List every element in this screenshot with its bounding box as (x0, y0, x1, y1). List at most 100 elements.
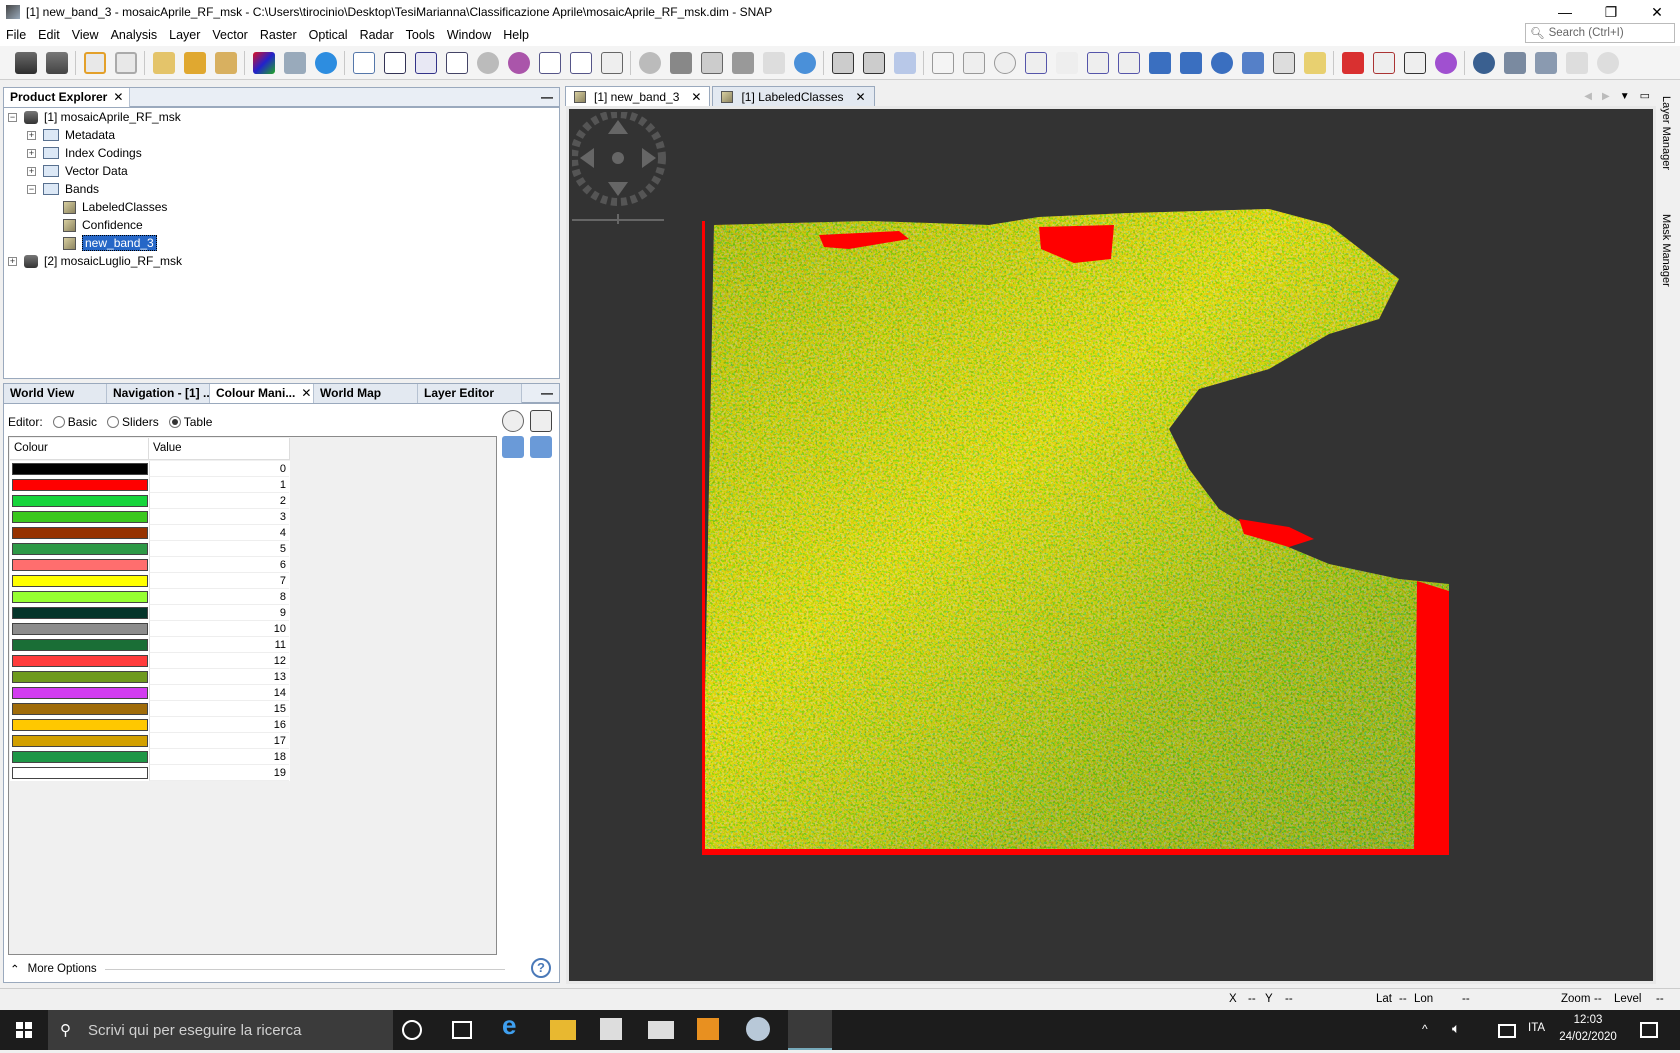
colour-swatch[interactable] (12, 591, 148, 603)
tab-colour-manipulation[interactable]: Colour Mani... ✕ (210, 383, 314, 403)
snap-taskbar-icon[interactable] (788, 1010, 832, 1050)
polyline-tool-icon[interactable] (1118, 51, 1140, 74)
image-view[interactable] (566, 106, 1656, 984)
doc-tab-labeledclasses[interactable]: [1] LabeledClasses ✕ (712, 86, 875, 106)
menu-tools[interactable]: Tools (400, 28, 441, 42)
layers-stack-icon[interactable] (1504, 51, 1526, 74)
cortana-icon[interactable] (402, 1020, 422, 1040)
zoom-extra-icon[interactable] (1597, 51, 1619, 74)
import-palette-icon[interactable] (502, 436, 524, 458)
colour-swatch[interactable] (12, 543, 148, 555)
pin-placing-icon[interactable] (1025, 51, 1047, 74)
graticule-icon[interactable] (701, 51, 723, 74)
close-icon[interactable]: ✕ (691, 90, 701, 104)
menu-vector[interactable]: Vector (206, 28, 253, 42)
close-icon[interactable]: ✕ (301, 386, 311, 400)
menu-edit[interactable]: Edit (32, 28, 66, 42)
close-icon[interactable]: ✕ (113, 90, 123, 104)
layer-icon[interactable] (732, 51, 754, 74)
expand-icon[interactable]: + (8, 256, 17, 266)
globe-icon[interactable] (1473, 51, 1495, 74)
colour-value[interactable]: 5 (149, 541, 289, 557)
sync-views-icon[interactable] (832, 51, 854, 74)
colour-table-row[interactable]: 1 (10, 477, 290, 493)
information-icon[interactable] (477, 51, 499, 74)
colour-table-row[interactable]: 5 (10, 541, 290, 557)
tab-layer-editor[interactable]: Layer Editor (418, 383, 522, 403)
tree-product-2[interactable]: + [2] mosaicLuglio_RF_msk (8, 252, 182, 270)
pan-left-icon[interactable] (580, 148, 594, 168)
chevron-up-icon[interactable]: ^ (1422, 1022, 1452, 1052)
tree-product-1[interactable]: − [1] mosaicAprile_RF_msk (8, 108, 181, 126)
menu-layer[interactable]: Layer (163, 28, 206, 42)
colour-value[interactable]: 10 (149, 621, 289, 637)
undo-icon[interactable] (84, 51, 106, 74)
notifications-icon[interactable] (1640, 1022, 1658, 1038)
pan-up-icon[interactable] (608, 120, 628, 134)
gcp-tool-icon[interactable] (1566, 51, 1588, 74)
rgb-image-icon[interactable] (253, 51, 275, 74)
scroll-right-icon[interactable]: ▶ (1597, 87, 1615, 106)
column-header-value[interactable]: Value (149, 438, 290, 459)
column-header-colour[interactable]: Colour (10, 438, 149, 459)
colour-value[interactable]: 17 (149, 733, 289, 749)
maximize-icon[interactable]: ▭ (1635, 85, 1655, 106)
colour-value[interactable]: 13 (149, 669, 289, 685)
save-product-icon[interactable] (46, 51, 68, 74)
colour-value[interactable]: 2 (149, 493, 289, 509)
minimize-panel-button[interactable]: — (541, 386, 553, 400)
clock[interactable]: 12:03 24/02/2020 (1548, 1012, 1628, 1046)
menu-radar[interactable]: Radar (354, 28, 400, 42)
rectangle-tool-icon[interactable] (1149, 51, 1171, 74)
colour-swatch[interactable] (12, 559, 148, 571)
colour-value[interactable]: 0 (149, 461, 289, 477)
stack-icon[interactable] (284, 51, 306, 74)
search-field[interactable]: 🔍︎ Search (Ctrl+I) (1525, 23, 1675, 43)
statistics-sigma-icon[interactable] (601, 51, 623, 74)
radio-table[interactable] (168, 416, 181, 428)
open-product-icon[interactable] (15, 51, 37, 74)
band-maths-icon[interactable] (153, 51, 175, 74)
colour-table-row[interactable]: 9 (10, 605, 290, 621)
colour-value[interactable]: 18 (149, 749, 289, 765)
mask-manager-tab[interactable]: Mask Manager (1660, 214, 1672, 287)
minimize-button[interactable]: — (1542, 4, 1588, 20)
correlation-icon[interactable] (570, 51, 592, 74)
colour-swatch[interactable] (12, 703, 148, 715)
pencil-icon[interactable] (1304, 51, 1326, 74)
colour-value[interactable]: 11 (149, 637, 289, 653)
colour-table-row[interactable]: 12 (10, 653, 290, 669)
metadata-icon[interactable] (508, 51, 530, 74)
colour-value[interactable]: 8 (149, 589, 289, 605)
help-icon[interactable]: ? (531, 958, 551, 978)
more-options[interactable]: ⌃ More Options (10, 962, 505, 976)
network-icon[interactable] (1498, 1024, 1516, 1038)
close-window-button[interactable]: ✕ (1634, 4, 1680, 21)
gcp-placing-icon[interactable] (1056, 51, 1078, 74)
eye-icon[interactable] (794, 51, 816, 74)
colour-table-row[interactable]: 16 (10, 717, 290, 733)
radio-sliders[interactable] (107, 416, 120, 428)
colour-swatch[interactable] (12, 495, 148, 507)
close-icon[interactable]: ✕ (856, 90, 866, 104)
colour-swatch[interactable] (12, 735, 148, 747)
colour-swatch[interactable] (12, 751, 148, 763)
menu-window[interactable]: Window (441, 28, 497, 42)
export-icon[interactable] (215, 51, 237, 74)
colour-table-row[interactable]: 7 (10, 573, 290, 589)
collapse-icon[interactable]: − (8, 112, 17, 122)
colour-table-row[interactable]: 8 (10, 589, 290, 605)
colour-table-row[interactable]: 15 (10, 701, 290, 717)
phi-lambda-icon[interactable] (415, 51, 437, 74)
tree-metadata[interactable]: + Metadata (27, 126, 115, 144)
colour-value[interactable]: 1 (149, 477, 289, 493)
scatter-plot-icon[interactable] (384, 51, 406, 74)
redo-icon[interactable] (115, 51, 137, 74)
mail-icon[interactable] (648, 1021, 674, 1039)
polygon-tool-icon[interactable] (1180, 51, 1202, 74)
tab-product-explorer[interactable]: Product Explorer ✕ (4, 87, 131, 107)
histogram-icon[interactable] (446, 51, 468, 74)
colour-swatch[interactable] (12, 511, 148, 523)
collapse-icon[interactable]: − (27, 184, 36, 194)
colour-value[interactable]: 9 (149, 605, 289, 621)
